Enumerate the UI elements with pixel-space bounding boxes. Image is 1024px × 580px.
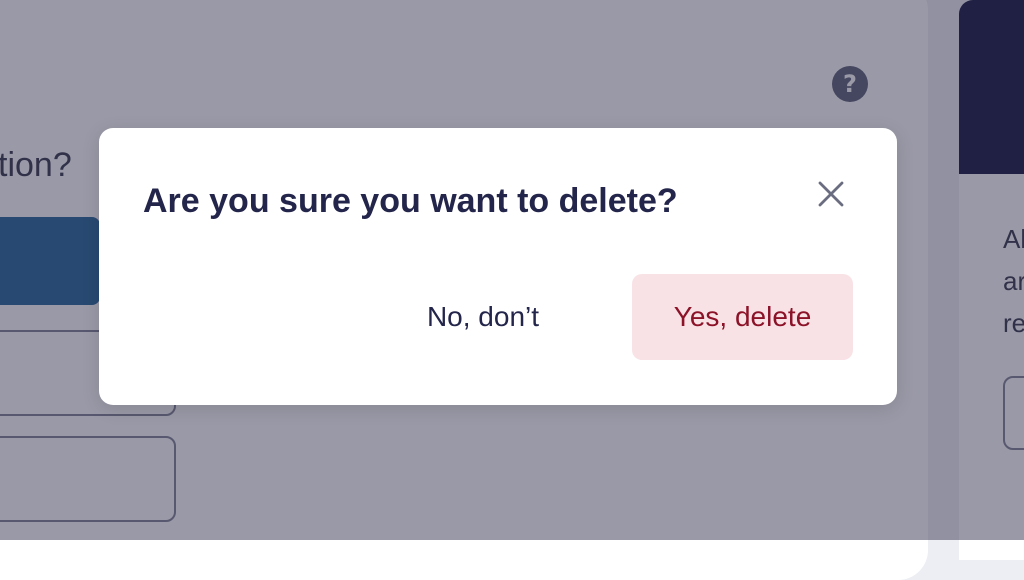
confirm-delete-button[interactable]: Yes, delete: [632, 274, 853, 360]
close-button[interactable]: [813, 176, 849, 212]
dialog-title: Are you sure you want to delete?: [143, 182, 678, 220]
close-icon: [818, 181, 844, 207]
cancel-button[interactable]: No, don’t: [383, 274, 583, 360]
delete-confirmation-dialog: Are you sure you want to delete? No, don…: [99, 128, 897, 405]
